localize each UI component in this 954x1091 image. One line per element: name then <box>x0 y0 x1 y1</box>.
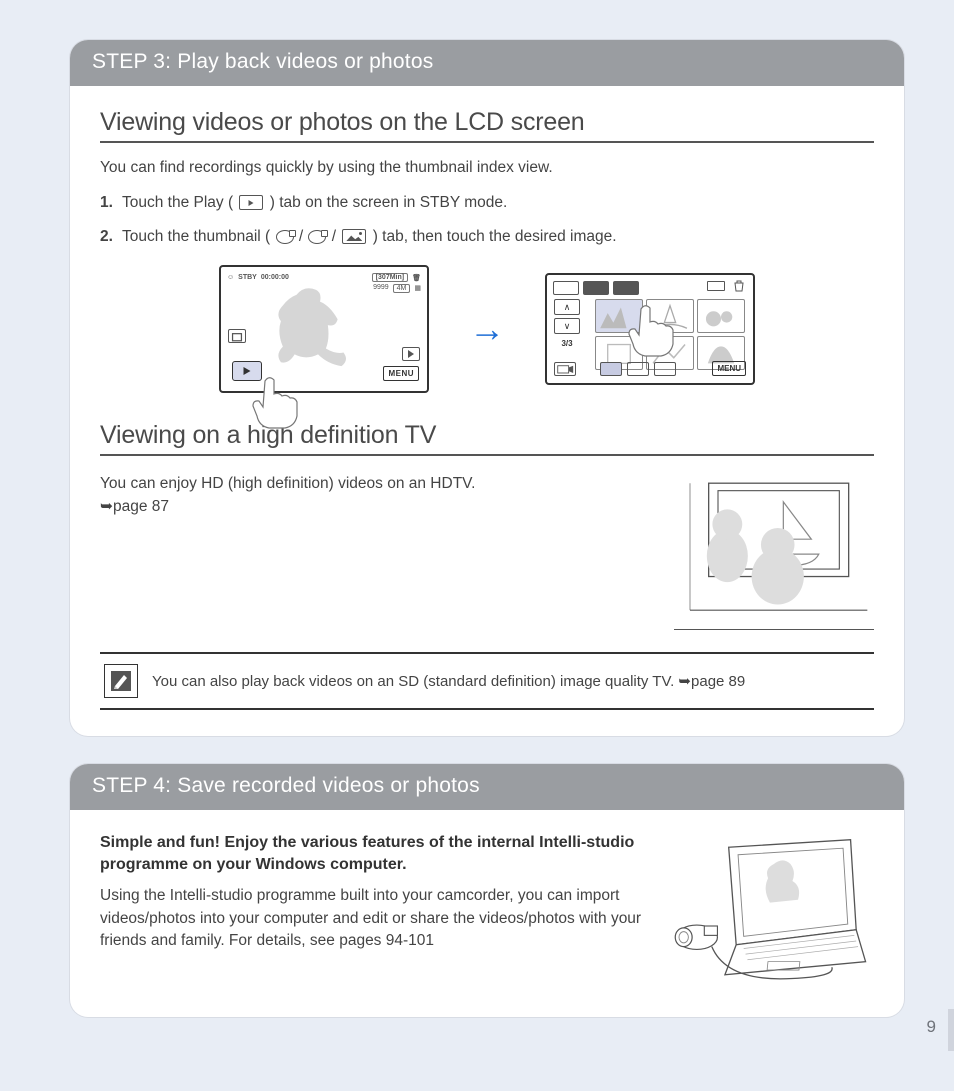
arrow-right-icon: → <box>469 308 505 350</box>
trash-icon <box>733 280 745 292</box>
camcorder-mode-icon <box>554 362 576 376</box>
hdtv-illustration <box>674 472 874 630</box>
menu-button: MENU <box>712 361 746 376</box>
step3-header: STEP 3: Play back videos or photos <box>70 40 904 86</box>
view-3x3-icon <box>600 362 622 376</box>
scroll-up-icon: ∧ <box>554 299 580 315</box>
tab-2-icon <box>583 281 609 295</box>
scroll-down-icon: ∨ <box>554 318 580 334</box>
play-tab-icon <box>239 195 263 210</box>
page-edge-tab <box>948 1009 954 1051</box>
step4-header: STEP 4: Save recorded videos or photos <box>70 764 904 810</box>
section-lcd-intro: You can find recordings quickly by using… <box>100 159 874 177</box>
instruction-2: Touch the thumbnail ( / / ) tab, then to… <box>100 225 874 249</box>
step3-body: Viewing videos or photos on the LCD scre… <box>70 86 904 736</box>
step4-card: STEP 4: Save recorded videos or photos S… <box>70 764 904 1017</box>
hdtv-page-ref: ➥page 87 <box>100 495 644 518</box>
note-text: You can also play back videos on an SD (… <box>152 672 745 690</box>
thumbnail <box>697 299 745 333</box>
pager-label: 3/3 <box>554 339 580 348</box>
video-hd-thumb-icon <box>276 230 294 244</box>
battery-icon <box>707 281 725 291</box>
menu-button: MENU <box>383 366 419 381</box>
elapsed-time: 00:00:00 <box>261 274 289 281</box>
tab-1-icon <box>553 281 579 295</box>
instruction-list: Touch the Play ( ) tab on the screen in … <box>100 191 874 249</box>
photo-thumb-icon <box>342 229 366 244</box>
video-sd-thumb-icon <box>308 230 326 244</box>
section-lcd-title: Viewing videos or photos on the LCD scre… <box>100 108 874 143</box>
section-hdtv-title: Viewing on a high definition TV <box>100 421 874 456</box>
hdtv-text: You can enjoy HD (high definition) video… <box>100 472 644 495</box>
page-number: 9 <box>927 1017 936 1037</box>
remaining-time: [307Min] <box>372 273 408 282</box>
laptop-camcorder-illustration <box>664 836 874 991</box>
photo-count: 9999 <box>373 284 389 293</box>
note-icon <box>104 664 138 698</box>
mode-button-icon <box>228 329 246 343</box>
pointing-hand-icon <box>249 375 309 436</box>
lcd-figures-row: ☺ STBY 00:00:00 [307Min] 🗑 9999 4M ▦ <box>100 265 874 393</box>
step4-headline: Simple and fun! Enjoy the various featur… <box>100 832 644 875</box>
rec-button-icon <box>402 347 420 361</box>
step3-card: STEP 3: Play back videos or photos Viewi… <box>70 40 904 736</box>
step4-description: Using the Intelli-studio programme built… <box>100 885 644 952</box>
lcd-stby-figure: ☺ STBY 00:00:00 [307Min] 🗑 9999 4M ▦ <box>219 265 429 393</box>
note-block: You can also play back videos on an SD (… <box>100 652 874 710</box>
skater-silhouette <box>276 285 366 373</box>
instruction-1: Touch the Play ( ) tab on the screen in … <box>100 191 874 215</box>
stby-label: STBY <box>238 274 257 281</box>
step4-body: Simple and fun! Enjoy the various featur… <box>70 810 904 1017</box>
tab-3-icon <box>613 281 639 295</box>
pointing-hand-icon <box>625 303 685 364</box>
resolution-badge: 4M <box>393 284 411 293</box>
